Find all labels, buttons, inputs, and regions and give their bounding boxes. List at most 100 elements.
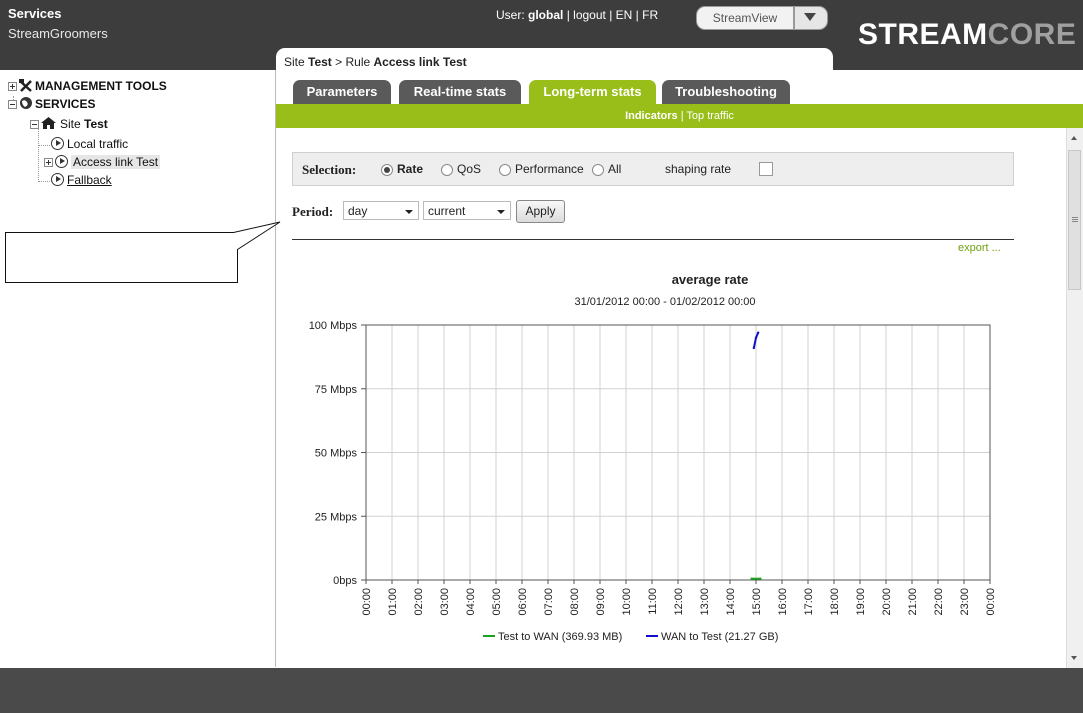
house-icon: [41, 117, 56, 129]
radio-label-rate[interactable]: Rate: [397, 162, 423, 176]
x-tick-label: 20:00: [881, 588, 893, 616]
x-tick-label: 12:00: [673, 588, 685, 616]
play-icon: [51, 137, 64, 150]
tree-label-services: SERVICES: [35, 97, 96, 111]
tab-real-time-stats[interactable]: Real-time stats: [399, 80, 521, 104]
x-tick-label: 14:00: [725, 588, 737, 616]
legend-label: Test to WAN (369.93 MB): [498, 631, 622, 643]
tree-node-local-traffic[interactable]: Local traffic: [51, 137, 128, 151]
apply-button[interactable]: Apply: [516, 200, 565, 223]
x-tick-label: 08:00: [569, 588, 581, 616]
radio-qos[interactable]: [441, 164, 453, 176]
data-point: [756, 331, 760, 334]
user-name: global: [528, 8, 564, 22]
chart-title: average rate: [671, 272, 749, 287]
tree-node-services[interactable]: SERVICES: [8, 96, 95, 111]
x-tick-label: 13:00: [699, 588, 711, 616]
view-select-value[interactable]: StreamView: [696, 6, 794, 30]
services-title: Services: [8, 6, 62, 21]
logout-link[interactable]: logout: [573, 8, 606, 22]
dropdown-arrow-icon: [497, 210, 505, 214]
lang-fr-link[interactable]: FR: [642, 8, 658, 22]
tree-node-site-test[interactable]: Site Test: [30, 116, 108, 131]
period-unit-value: day: [348, 204, 368, 218]
legend-label: WAN to Test (21.27 GB): [661, 631, 778, 643]
tab-troubleshooting[interactable]: Troubleshooting: [662, 80, 790, 104]
x-tick-label: 09:00: [595, 588, 607, 616]
lang-en-link[interactable]: EN: [616, 8, 633, 22]
data-point: [759, 577, 762, 580]
user-bar: User: global | logout | EN | FR: [496, 8, 658, 22]
tree-label-management-tools: MANAGEMENT TOOLS: [35, 79, 167, 93]
x-tick-label: 10:00: [621, 588, 633, 616]
shaping-rate-label: shaping rate: [665, 162, 732, 176]
x-tick-label: 03:00: [439, 588, 451, 616]
scrollbar-thumb[interactable]: [1068, 150, 1081, 290]
export-link[interactable]: export ...: [958, 242, 1001, 254]
tree-label: Fallback: [67, 173, 112, 187]
dropdown-arrow-icon: [405, 210, 413, 214]
shaping-rate-checkbox[interactable]: [759, 162, 773, 176]
scroll-up-arrow-icon[interactable]: [1071, 136, 1077, 140]
selection-label: Selection:: [302, 162, 357, 177]
rate-chart: 100 Mbps 75 Mbps 50 Mbps 25 Mbps 0bps 00:00 01…: [309, 320, 997, 643]
radio-label-all[interactable]: All: [608, 162, 621, 176]
y-tick-label: 75 Mbps: [315, 384, 358, 396]
tree-connector: [38, 145, 50, 146]
tree-node-access-link-test[interactable]: Access link Test: [44, 155, 161, 169]
view-select-dropdown-button[interactable]: [794, 6, 828, 30]
tree-node-management-tools[interactable]: MANAGEMENT TOOLS: [8, 79, 167, 93]
radio-all[interactable]: [592, 164, 604, 176]
tree-node-fallback[interactable]: Fallback: [51, 173, 112, 187]
tree-label-site-prefix: Site: [60, 117, 85, 131]
collapse-icon[interactable]: [30, 120, 39, 130]
x-tick-label: 19:00: [855, 588, 867, 616]
period-unit-select[interactable]: day: [343, 201, 419, 220]
x-tick-label: 01:00: [387, 588, 399, 616]
separator: |: [632, 8, 643, 22]
period-label: Period:: [292, 204, 334, 219]
logo-part-core: CORE: [987, 18, 1077, 51]
radio-rate[interactable]: [381, 164, 393, 176]
radio-performance[interactable]: [499, 164, 511, 176]
subtab-top-traffic[interactable]: Top traffic: [686, 110, 734, 122]
collapse-icon[interactable]: [8, 100, 17, 110]
separator: |: [563, 8, 574, 22]
x-tick-label: 05:00: [491, 588, 503, 616]
tree-connector: [38, 181, 50, 182]
breadcrumb-rule-prefix: > Rule: [331, 55, 374, 69]
subtab-indicators[interactable]: Indicators: [625, 110, 678, 122]
tab-parameters[interactable]: Parameters: [293, 80, 391, 104]
expand-icon[interactable]: [44, 158, 53, 168]
period-which-select[interactable]: current: [423, 201, 511, 220]
tab-long-term-stats[interactable]: Long-term stats: [529, 80, 656, 104]
data-point: [750, 577, 753, 580]
x-tick-label: 23:00: [959, 588, 971, 616]
play-icon: [51, 173, 64, 186]
radio-label-performance[interactable]: Performance: [515, 162, 584, 176]
x-tick-label: 18:00: [829, 588, 841, 616]
footer-bar: [0, 668, 1083, 713]
y-tick-label: 25 Mbps: [315, 511, 358, 523]
expand-icon[interactable]: [8, 82, 17, 92]
breadcrumb: Site Test > Rule Access link Test: [284, 55, 467, 69]
logo-part-stream: STREAM: [858, 18, 988, 51]
view-select[interactable]: StreamView: [696, 6, 828, 30]
grip-icon: [1072, 217, 1078, 218]
x-tick-label: 22:00: [933, 588, 945, 616]
chart-subtitle: 31/01/2012 00:00 - 01/02/2012 00:00: [574, 296, 756, 308]
scroll-down-arrow-icon[interactable]: [1071, 656, 1077, 660]
x-tick-label: 02:00: [413, 588, 425, 616]
y-tick-label: 0bps: [333, 575, 357, 587]
data-point: [754, 336, 758, 339]
breadcrumb-site-prefix: Site: [284, 55, 309, 69]
play-icon: [55, 155, 68, 168]
tree-label: Local traffic: [67, 137, 129, 151]
separator: |: [605, 8, 616, 22]
x-tick-label: 00:00: [361, 588, 373, 616]
streamcore-logo: STREAMCORE: [858, 18, 1076, 52]
services-subtitle: StreamGroomers: [8, 26, 108, 41]
radio-label-qos[interactable]: QoS: [457, 162, 481, 176]
y-tick-label: 100 Mbps: [309, 320, 358, 332]
tools-icon: [19, 79, 32, 92]
